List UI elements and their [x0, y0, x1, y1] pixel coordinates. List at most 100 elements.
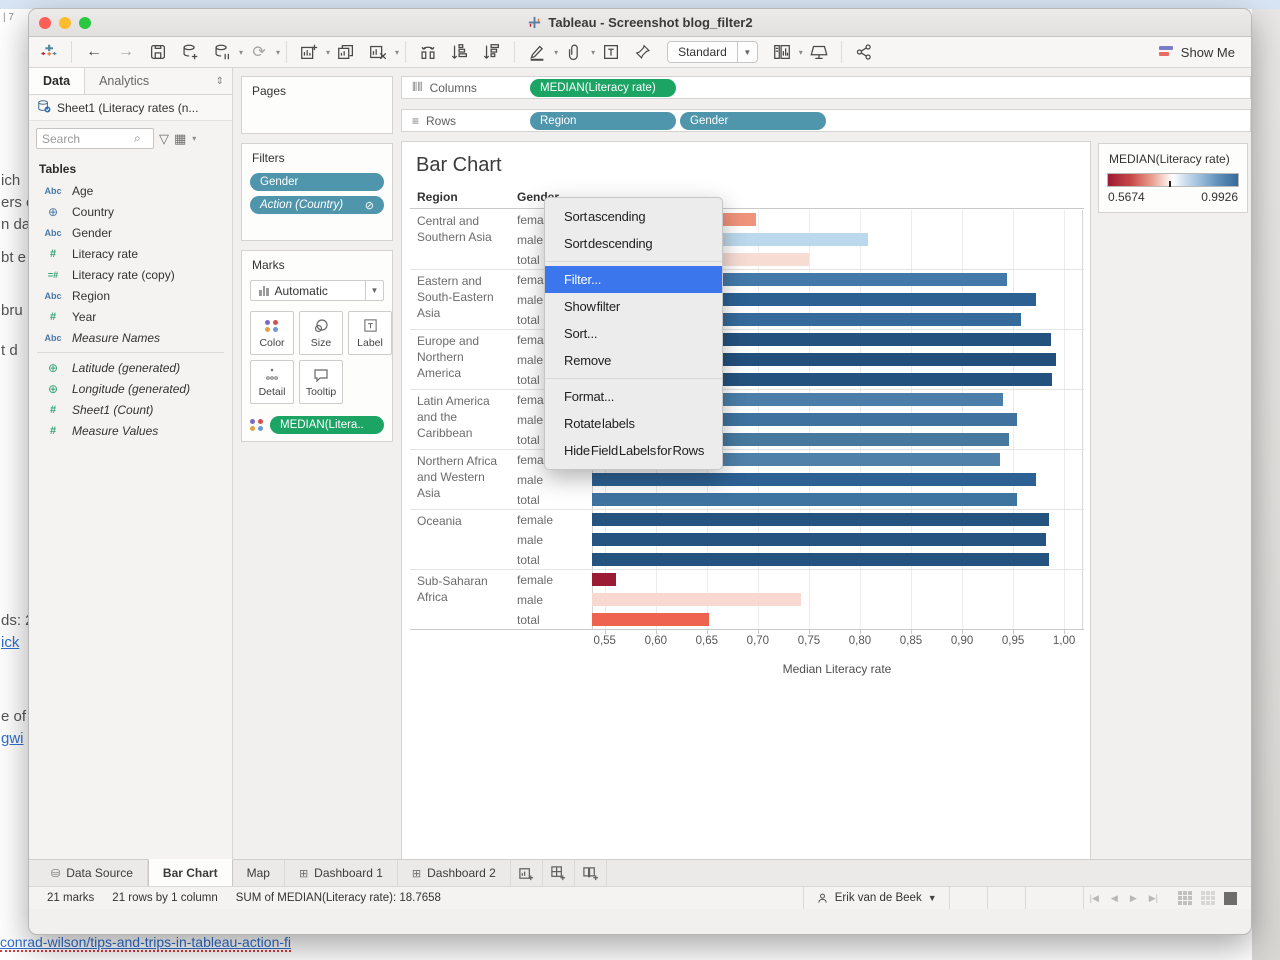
gender-label[interactable]: total [517, 370, 540, 390]
menu-item-filter-[interactable]: Filter... [545, 266, 722, 293]
bar-male[interactable] [592, 533, 1046, 546]
encoding-row[interactable]: MEDIAN(Litera.. [242, 410, 392, 440]
gender-label[interactable]: male [517, 230, 543, 250]
show-sheet-sorter-icon[interactable] [1178, 891, 1192, 905]
view-options-icon[interactable]: ▦ [174, 131, 186, 147]
redo-button[interactable]: → [114, 40, 138, 64]
x-axis[interactable]: 0,550,600,650,700,750,800,850,900,951,00 [410, 630, 1084, 648]
bar-total[interactable] [592, 493, 1017, 506]
gender-label[interactable]: female [517, 510, 553, 530]
field-country[interactable]: ⊕Country [29, 201, 232, 222]
color-button[interactable]: Color [250, 311, 294, 355]
tableau-home-icon[interactable] [37, 40, 61, 64]
new-story-tab-button[interactable] [575, 860, 607, 886]
show-mark-labels-button[interactable] [599, 40, 623, 64]
group-members-caret-icon[interactable]: ▾ [591, 48, 595, 57]
rows-pill-gender[interactable]: Gender [680, 112, 826, 130]
bar-male[interactable] [592, 593, 801, 606]
rows-pill-region[interactable]: Region [530, 112, 676, 130]
background-fragment[interactable]: ick [1, 634, 19, 651]
bar-female[interactable] [592, 573, 616, 586]
columns-shelf[interactable]: ⦀⦀ Columns MEDIAN(Literacy rate) [401, 76, 1251, 99]
tab-data[interactable]: Data [29, 68, 85, 94]
region-label[interactable]: Latin America and the Caribbean [417, 393, 509, 441]
sheet-tab-data-source[interactable]: ⛁Data Source [37, 860, 148, 886]
field-measure-names[interactable]: AbcMeasure Names [29, 327, 232, 348]
field-sheet1-count-[interactable]: #Sheet1 (Count) [29, 399, 232, 420]
gender-label[interactable]: total [517, 310, 540, 330]
new-worksheet-caret-icon[interactable]: ▾ [326, 48, 330, 57]
region-field-label[interactable]: Region [417, 190, 458, 204]
sort-descending-button[interactable] [480, 40, 504, 64]
search-box[interactable]: ⌕ [36, 128, 154, 149]
auto-updates-caret-icon[interactable]: ▾ [276, 48, 280, 57]
gender-label[interactable]: male [517, 530, 543, 550]
fit-caret-icon[interactable]: ▼ [737, 42, 757, 62]
new-worksheet-button[interactable] [297, 40, 321, 64]
zoom-window-button[interactable] [79, 17, 91, 29]
gender-label[interactable]: total [517, 550, 540, 570]
sort-ascending-button[interactable] [448, 40, 472, 64]
size-button[interactable]: Size [299, 311, 343, 355]
new-dashboard-tab-button[interactable] [543, 860, 575, 886]
save-button[interactable] [146, 40, 170, 64]
gender-label[interactable]: total [517, 430, 540, 450]
color-legend[interactable]: MEDIAN(Literacy rate) 0.5674 0.9926 [1098, 143, 1248, 213]
highlight-button[interactable] [525, 40, 549, 64]
label-button[interactable]: Label [348, 311, 392, 355]
gender-label[interactable]: male [517, 410, 543, 430]
first-sheet-icon[interactable]: |◀ [1084, 893, 1105, 904]
sheet-tab-dashboard-1[interactable]: ⊞Dashboard 1 [285, 860, 398, 886]
filter-pill-action-country-[interactable]: Action (Country)⊘ [250, 196, 384, 214]
clear-sheet-button[interactable] [366, 40, 390, 64]
user-menu[interactable]: Erik van de Beek ▼ [803, 887, 950, 909]
bar-female[interactable] [592, 513, 1049, 526]
sheet-tab-bar-chart[interactable]: Bar Chart [148, 859, 233, 886]
menu-item-sort-[interactable]: Sort... [545, 320, 722, 347]
search-input[interactable] [42, 132, 134, 146]
field-age[interactable]: AbcAge [29, 180, 232, 201]
pause-updates-caret-icon[interactable]: ▾ [239, 48, 243, 57]
fit-selector[interactable]: Standard ▼ [667, 41, 758, 63]
next-sheet-icon[interactable]: ▶ [1124, 893, 1143, 904]
region-label[interactable]: Europe and Northern America [417, 333, 509, 381]
gender-label[interactable]: total [517, 610, 540, 630]
rows-shelf[interactable]: ≡ Rows RegionGender [401, 109, 1251, 132]
bar-male[interactable] [592, 473, 1036, 486]
minimize-window-button[interactable] [59, 17, 71, 29]
duplicate-sheet-button[interactable] [334, 40, 358, 64]
field-year[interactable]: #Year [29, 306, 232, 327]
show-hide-cards-button[interactable] [770, 40, 794, 64]
region-label[interactable]: Central and Southern Asia [417, 213, 509, 245]
region-label[interactable]: Sub-Saharan Africa [417, 573, 509, 605]
datasource-row[interactable]: Sheet1 (Literacy rates (n... [29, 95, 232, 121]
mark-type-dropdown[interactable]: Automatic ▼ [250, 280, 384, 301]
menu-item-remove[interactable]: Remove [545, 347, 722, 374]
pane-collapse-icon[interactable]: ⇕ [216, 76, 224, 87]
show-filmstrip-icon[interactable] [1201, 891, 1215, 905]
field-gender[interactable]: AbcGender [29, 222, 232, 243]
sheet-tab-dashboard-2[interactable]: ⊞Dashboard 2 [398, 860, 511, 886]
field-latitude-generated-[interactable]: ⊕Latitude (generated) [29, 357, 232, 378]
close-window-button[interactable] [39, 17, 51, 29]
gender-label[interactable]: total [517, 490, 540, 510]
chart-body[interactable]: Central and Southern Asiafemalemaletotal… [410, 210, 1084, 630]
gender-label[interactable]: total [517, 250, 540, 270]
background-fragment[interactable]: gwi [1, 730, 24, 747]
menu-item-hide-field-labels-for-rows[interactable]: Hide Field Labels for Rows [545, 437, 722, 464]
show-me-button[interactable]: Show Me [1159, 45, 1235, 60]
menu-item-format-[interactable]: Format... [545, 383, 722, 410]
new-data-source-button[interactable] [178, 40, 202, 64]
region-label[interactable]: Oceania [417, 513, 509, 529]
view-options-caret-icon[interactable]: ▾ [192, 134, 196, 143]
region-label[interactable]: Northern Africa and Western Asia [417, 453, 509, 501]
highlight-caret-icon[interactable]: ▾ [554, 48, 558, 57]
detail-button[interactable]: Detail [250, 360, 294, 404]
gender-label[interactable]: male [517, 350, 543, 370]
pause-auto-updates-button[interactable] [210, 40, 234, 64]
mark-type-caret-icon[interactable]: ▼ [365, 281, 383, 300]
region-label[interactable]: Eastern and South-Eastern Asia [417, 273, 509, 321]
gender-label[interactable]: male [517, 470, 543, 490]
swap-rows-columns-button[interactable] [416, 40, 440, 64]
field-literacy-rate-copy-[interactable]: =#Literacy rate (copy) [29, 264, 232, 285]
